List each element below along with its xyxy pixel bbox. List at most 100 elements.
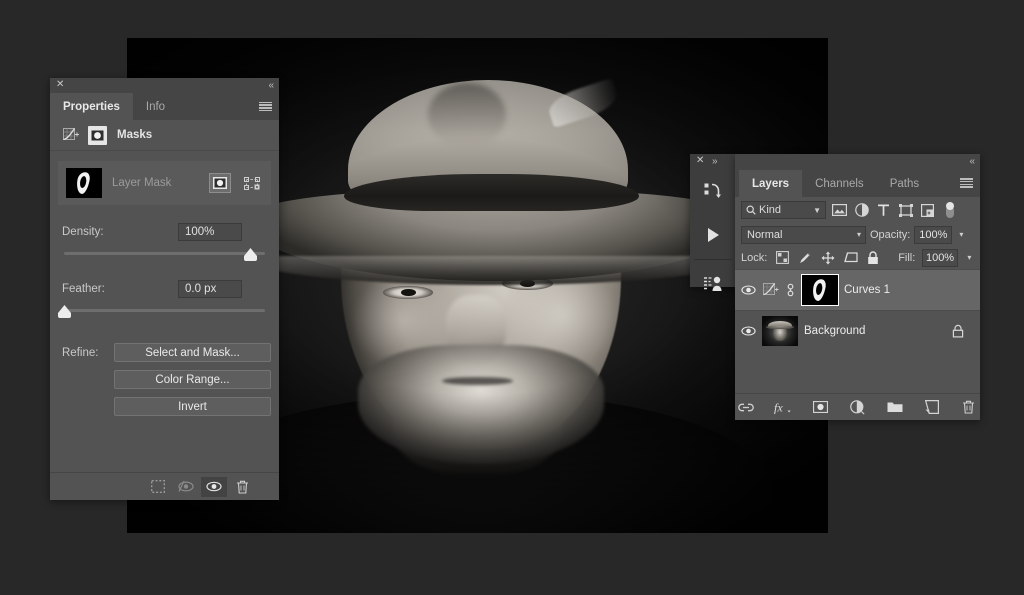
filter-kind-select[interactable]: Kind ▼: [741, 201, 826, 219]
pixel-mask-button[interactable]: [209, 173, 231, 193]
filter-smart-object-layers-icon[interactable]: [919, 202, 936, 219]
refine-label: Refine:: [58, 343, 114, 416]
properties-tabstrip: Properties Info: [50, 93, 279, 120]
layer-thumbnail[interactable]: [762, 316, 798, 346]
table-row[interactable]: Curves 1: [735, 269, 980, 310]
close-icon[interactable]: ✕: [56, 80, 65, 89]
selection-corner-icon: [834, 301, 838, 305]
panel-menu-icon[interactable]: [259, 102, 272, 112]
panel-menu-icon[interactable]: [960, 178, 973, 188]
delete-layer-icon[interactable]: [958, 397, 980, 417]
adjustments-icon[interactable]: [690, 262, 736, 306]
masks-title: Masks: [117, 129, 152, 141]
density-label: Density:: [58, 226, 178, 238]
layers-panel-titlebar: «: [735, 154, 980, 169]
mask-shape: [811, 278, 827, 302]
pixel-mask-icon[interactable]: [88, 126, 107, 145]
svg-text:fx: fx: [774, 401, 783, 415]
new-group-icon[interactable]: [884, 397, 906, 417]
fill-input[interactable]: 100%: [922, 249, 957, 267]
properties-panel-titlebar: ✕ «: [50, 78, 279, 93]
new-adjustment-layer-icon[interactable]: [846, 397, 868, 417]
tab-layers[interactable]: Layers: [739, 170, 802, 197]
lock-row: Lock:: [735, 246, 980, 269]
table-row[interactable]: Background: [735, 310, 980, 351]
layer-thumbnail-image: [762, 316, 798, 346]
properties-panel: ✕ « Properties Info: [50, 78, 279, 500]
opacity-input[interactable]: 100%: [914, 226, 952, 244]
chevron-down-icon[interactable]: ▾: [857, 230, 861, 239]
lock-icon[interactable]: [949, 323, 966, 340]
opacity-label: Opacity:: [870, 229, 910, 241]
collapse-panel-icon[interactable]: «: [268, 80, 272, 91]
feather-slider[interactable]: [58, 305, 271, 319]
opacity-chevron-down-icon[interactable]: ▾: [956, 230, 966, 239]
filter-toggle-switch-icon[interactable]: [941, 202, 958, 219]
link-layers-icon[interactable]: [735, 397, 757, 417]
filter-shape-layers-icon[interactable]: [897, 202, 914, 219]
color-range-button[interactable]: Color Range...: [114, 370, 271, 389]
lock-all-icon[interactable]: [865, 249, 881, 266]
layer-visibility-icon[interactable]: [741, 285, 756, 295]
tab-channels[interactable]: Channels: [802, 170, 877, 197]
layer-name: Background: [804, 325, 943, 337]
delete-mask-icon[interactable]: [229, 477, 255, 497]
density-input[interactable]: 100%: [178, 223, 242, 241]
layer-mask-thumbnail[interactable]: [66, 168, 102, 198]
collapse-panel-icon[interactable]: «: [969, 156, 973, 167]
feather-label: Feather:: [58, 283, 178, 295]
dock-titlebar: ✕ »: [690, 154, 736, 169]
lock-position-icon[interactable]: [820, 249, 836, 266]
toggle-mask-visibility-icon[interactable]: [201, 477, 227, 497]
layers-panel-footer: fx: [735, 393, 980, 420]
layer-mask-thumbnail[interactable]: [802, 275, 838, 305]
tab-properties[interactable]: Properties: [50, 93, 133, 120]
mask-shape: [75, 171, 91, 195]
chevron-down-icon[interactable]: ▼: [813, 206, 821, 215]
select-and-mask-button[interactable]: Select and Mask...: [114, 343, 271, 362]
actions-play-icon[interactable]: [690, 213, 736, 257]
new-layer-icon[interactable]: [921, 397, 943, 417]
search-icon: [746, 205, 756, 215]
fill-chevron-down-icon[interactable]: ▾: [965, 253, 974, 262]
tab-paths[interactable]: Paths: [877, 170, 932, 197]
expand-panels-icon[interactable]: »: [712, 156, 716, 167]
history-icon[interactable]: [690, 169, 736, 213]
layers-panel: « Layers Channels Paths Kind ▼: [735, 154, 980, 420]
selection-corner-icon: [802, 275, 806, 279]
add-layer-mask-icon[interactable]: [809, 397, 831, 417]
filter-type-layers-icon[interactable]: [875, 202, 892, 219]
link-mask-icon[interactable]: [785, 282, 796, 299]
density-slider[interactable]: [58, 248, 271, 262]
layer-mask-row[interactable]: Layer Mask: [58, 161, 271, 205]
blend-mode-select[interactable]: Normal ▾: [741, 226, 866, 244]
properties-panel-footer: [50, 472, 279, 500]
layer-name: Curves 1: [844, 284, 974, 296]
vector-mask-button[interactable]: [241, 173, 263, 193]
feather-slider-knob[interactable]: [58, 305, 71, 318]
filter-adjustment-layers-icon[interactable]: [853, 202, 870, 219]
selection-corner-icon: [802, 301, 806, 305]
apply-mask-icon[interactable]: [173, 477, 199, 497]
lock-artboard-nesting-icon[interactable]: [843, 249, 859, 266]
feather-slider-track: [64, 309, 265, 312]
filter-pixel-layers-icon[interactable]: [831, 202, 848, 219]
close-icon[interactable]: ✕: [696, 156, 705, 165]
layer-visibility-icon[interactable]: [741, 326, 756, 336]
curves-adjustment-icon[interactable]: [62, 126, 81, 145]
lock-transparent-pixels-icon[interactable]: [774, 249, 790, 266]
blend-mode-value: Normal: [747, 229, 782, 241]
photoshop-workspace: ✕ « Properties Info: [0, 0, 1024, 595]
tab-info[interactable]: Info: [133, 93, 178, 120]
layers-tabstrip: Layers Channels Paths: [735, 169, 980, 197]
feather-input[interactable]: 0.0 px: [178, 280, 242, 298]
add-layer-style-icon[interactable]: fx: [772, 397, 794, 417]
lock-image-pixels-icon[interactable]: [797, 249, 813, 266]
blend-mode-row: Normal ▾ Opacity: 100% ▾: [735, 223, 980, 246]
load-selection-from-mask-icon[interactable]: [145, 477, 171, 497]
density-slider-knob[interactable]: [244, 248, 257, 261]
layer-filter-row: Kind ▼: [735, 197, 980, 223]
curves-adjustment-icon[interactable]: [762, 282, 779, 299]
invert-button[interactable]: Invert: [114, 397, 271, 416]
mask-properties-body: Density: 100% Feather: 0.0 px: [50, 223, 279, 416]
